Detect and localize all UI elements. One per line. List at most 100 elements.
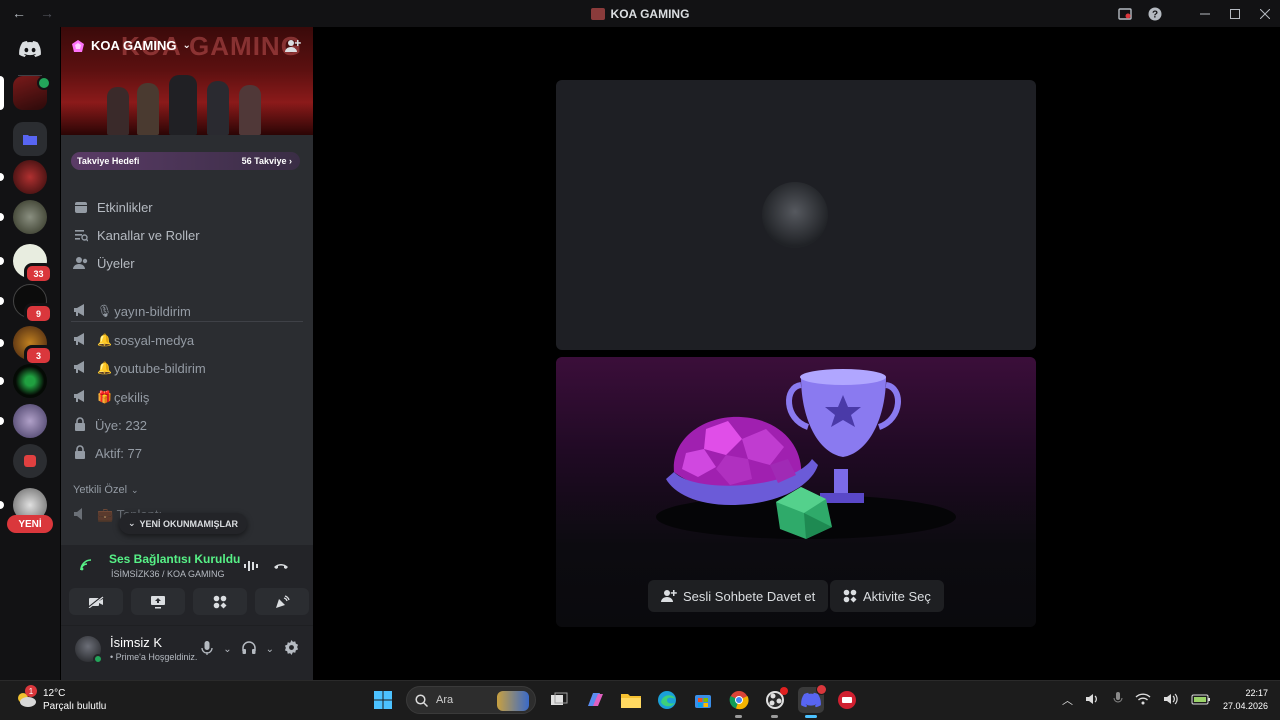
close-button[interactable]: [1250, 0, 1280, 27]
app-button[interactable]: [834, 687, 860, 713]
file-explorer-button[interactable]: [618, 687, 644, 713]
clock-time: 22:17: [1245, 688, 1268, 698]
task-view-icon: [551, 692, 568, 705]
menu-channels-roles[interactable]: Kanallar ve Roller: [73, 223, 200, 247]
online-status-indicator: [93, 654, 103, 664]
search-placeholder: Ara: [436, 694, 454, 706]
store-icon: [695, 695, 711, 708]
category-header[interactable]: Yetkili Özel ⌄: [73, 484, 139, 496]
edge-button[interactable]: [654, 687, 680, 713]
server-item[interactable]: [0, 200, 47, 234]
voice-channel-info[interactable]: İSİMSİZK36 / KOA GAMING: [111, 569, 225, 579]
wifi-icon[interactable]: [1135, 692, 1151, 709]
channel-item[interactable]: 🎁 çekiliş: [73, 385, 305, 409]
channel-item[interactable]: 🔔 youtube-bildirim: [73, 356, 305, 380]
choose-activity-button[interactable]: Aktivite Seç: [830, 580, 944, 612]
chrome-button[interactable]: [726, 687, 752, 718]
members-icon: [73, 255, 89, 271]
channel-item[interactable]: 🎙 yayın-bildirim: [73, 299, 305, 323]
settings-button[interactable]: [284, 640, 299, 658]
activities-button[interactable]: [193, 588, 247, 615]
server-item[interactable]: [0, 160, 47, 194]
copilot-button[interactable]: [582, 687, 608, 713]
new-unreads-button[interactable]: ⌄ YENİ OKUNMAMIŞLAR: [119, 513, 248, 534]
taskbar-search[interactable]: Ara: [406, 686, 536, 714]
task-view-button[interactable]: [546, 687, 572, 713]
channel-name: youtube-bildirim: [113, 360, 206, 376]
start-button[interactable]: [370, 687, 396, 713]
discord-logo-icon: [19, 41, 41, 57]
server-item[interactable]: 3: [0, 326, 53, 366]
unread-label: YENİ OKUNMAMIŞLAR: [139, 518, 239, 529]
discord-taskbar-button[interactable]: [798, 684, 827, 718]
server-item[interactable]: [0, 364, 47, 398]
new-unread-pill[interactable]: YENİ: [7, 515, 53, 533]
channel-name: çekiliş: [113, 389, 150, 405]
soundboard-button[interactable]: [255, 588, 309, 615]
speaker-icon[interactable]: [1163, 692, 1179, 709]
volume-mixer-icon[interactable]: [1085, 692, 1101, 709]
screen-share-button[interactable]: [131, 588, 185, 615]
gear-icon: [284, 640, 299, 655]
microphone-icon[interactable]: [1113, 691, 1123, 709]
mute-button[interactable]: [201, 640, 213, 658]
deafen-button[interactable]: [241, 640, 256, 658]
channel-item[interactable]: Aktif: 77: [73, 441, 305, 465]
voice-stage: Sesli Sohbete Davet et Aktivite Seç: [313, 27, 1280, 680]
username[interactable]: İsimsiz K: [110, 635, 162, 650]
server-koa-gaming[interactable]: [0, 76, 51, 110]
invite-people-button[interactable]: [285, 38, 301, 59]
voice-status[interactable]: Ses Bağlantısı Kuruldu: [109, 552, 240, 566]
help-button[interactable]: ?: [1140, 0, 1170, 27]
lock-icon: [73, 444, 87, 462]
server-item[interactable]: 33: [0, 244, 53, 284]
server-folder[interactable]: [13, 122, 47, 156]
participant-tile[interactable]: [556, 80, 1036, 350]
chevron-down-icon[interactable]: ⌄: [266, 644, 274, 655]
server-item[interactable]: [0, 404, 47, 438]
minimize-button[interactable]: [1190, 0, 1220, 27]
voice-channel-icon: [73, 507, 89, 524]
mention-badge: 33: [24, 263, 53, 284]
battery-icon[interactable]: [1191, 693, 1211, 708]
channel-item[interactable]: 🔔 sosyal-medya: [73, 328, 305, 352]
chevron-down-icon[interactable]: ⌄: [223, 644, 231, 655]
mention-badge: 9: [24, 303, 53, 324]
boost-goal-label: Takviye Hedefi: [77, 156, 140, 166]
weather-widget[interactable]: 1 12°C Parçalı bulutlu: [15, 685, 106, 713]
maximize-button[interactable]: [1220, 0, 1250, 27]
server-name-button[interactable]: KOA GAMING ⌄: [71, 38, 191, 53]
headphones-icon: [241, 640, 256, 654]
signal-icon[interactable]: [79, 558, 95, 577]
boost-goal-bar[interactable]: Takviye Hedefi 56 Takviye ›: [71, 152, 300, 170]
tray-overflow-icon[interactable]: ︿: [1062, 692, 1073, 708]
obs-button[interactable]: [762, 687, 788, 718]
channel-emoji: 🔔: [97, 333, 112, 347]
menu-label: Üyeler: [97, 255, 135, 271]
custom-status[interactable]: • Prime'a Hoşgeldiniz.: [110, 652, 197, 662]
title-bar: ← → KOA GAMING ?: [0, 0, 1280, 27]
server-item[interactable]: 9: [0, 284, 53, 324]
clock[interactable]: 22:17 27.04.2026: [1223, 687, 1268, 713]
banner-art: [99, 73, 279, 135]
menu-events[interactable]: Etkinlikler: [73, 195, 153, 219]
noise-suppression-icon[interactable]: [243, 559, 259, 578]
disconnect-icon[interactable]: [273, 559, 289, 578]
home-button[interactable]: [13, 32, 47, 66]
invite-to-voice-button[interactable]: Sesli Sohbete Davet et: [648, 580, 829, 612]
lock-icon: [73, 416, 87, 434]
soundboard-icon: [276, 594, 290, 608]
inbox-button[interactable]: [1110, 0, 1140, 27]
channel-emoji: 🔔: [97, 361, 112, 375]
avatar[interactable]: [75, 636, 103, 664]
activities-icon: [213, 595, 227, 608]
server-item[interactable]: [13, 444, 47, 478]
activities-icon: [843, 589, 857, 603]
announcement-icon: [73, 303, 89, 320]
screen-share-icon: [151, 595, 165, 608]
store-button[interactable]: [690, 687, 716, 713]
menu-members[interactable]: Üyeler: [73, 251, 135, 275]
participant-avatar: [762, 182, 828, 248]
camera-button[interactable]: [69, 588, 123, 615]
channel-item[interactable]: Üye: 232: [73, 413, 305, 437]
